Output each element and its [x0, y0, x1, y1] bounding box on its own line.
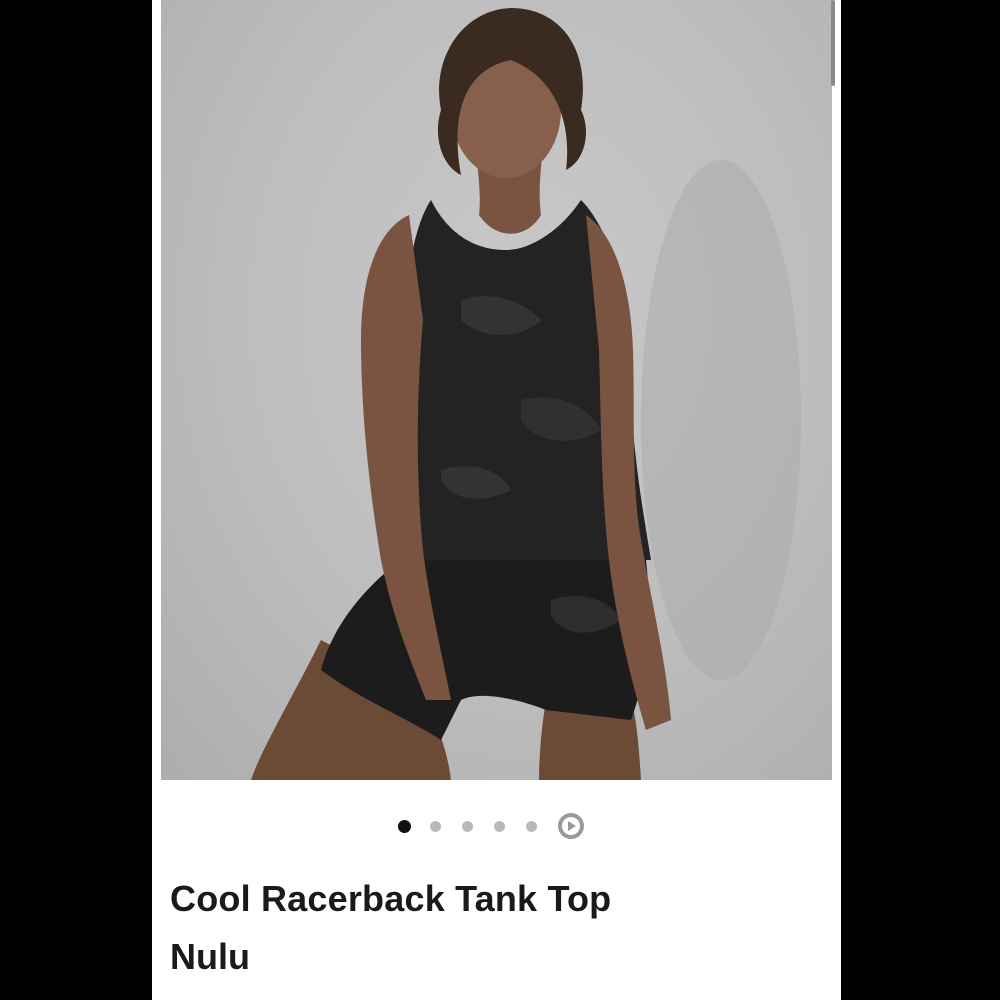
carousel-dot-5[interactable]	[526, 820, 537, 832]
product-fabric: Nulu	[170, 936, 250, 977]
play-video-icon[interactable]	[558, 813, 584, 839]
model-illustration	[251, 8, 801, 780]
product-image[interactable]	[161, 0, 832, 780]
carousel-indicators	[398, 812, 584, 840]
carousel-dot-4[interactable]	[494, 820, 505, 832]
carousel-dot-3[interactable]	[462, 820, 473, 832]
scrollbar[interactable]	[831, 0, 835, 86]
product-card: Cool Racerback Tank Top Nulu	[152, 0, 841, 1000]
carousel-dot-1[interactable]	[398, 819, 411, 833]
product-title[interactable]: Cool Racerback Tank Top	[170, 878, 611, 920]
carousel-dot-2[interactable]	[430, 820, 441, 832]
